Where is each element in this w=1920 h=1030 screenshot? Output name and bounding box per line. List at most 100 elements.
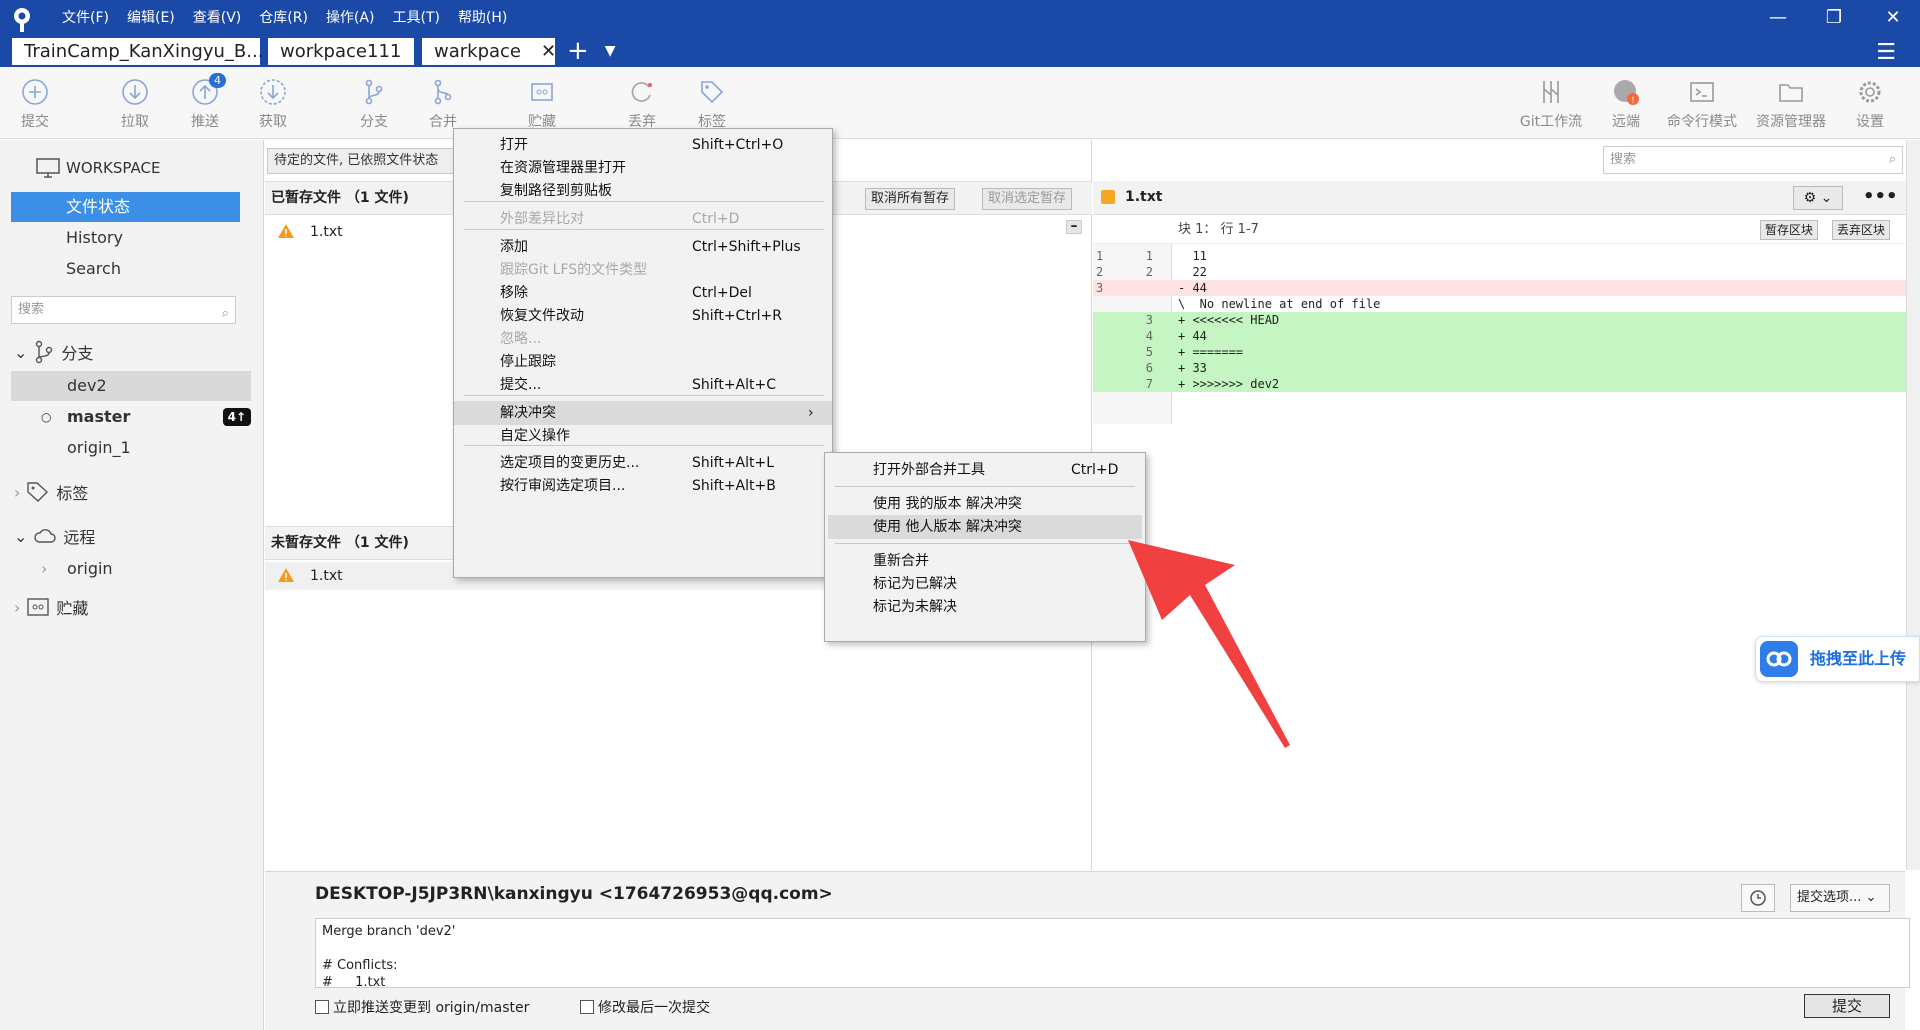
context-menu-item[interactable]: 按行审阅选定项目... Shift+Alt+B — [454, 474, 832, 498]
discard-hunk-button[interactable]: 丢弃区块 — [1832, 220, 1891, 240]
close-button[interactable]: ✕ — [1873, 4, 1913, 32]
context-menu-item[interactable]: 复制路径到剪贴板 — [454, 179, 832, 203]
pull-button[interactable]: 拉取 — [105, 77, 165, 131]
sidebar-item-search[interactable]: Search — [11, 254, 240, 284]
remote-button[interactable]: ! 远端 — [1596, 77, 1656, 131]
sidebar-item-file-status[interactable]: 文件状态 — [11, 192, 240, 222]
explorer-button[interactable]: 资源管理器 — [1749, 77, 1833, 131]
context-menu-item[interactable]: 添加 Ctrl+Shift+Plus — [454, 235, 832, 259]
tab-traincamp[interactable]: TrainCamp_KanXingyu_B... — [12, 38, 263, 65]
terminal-button[interactable]: 命令行模式 — [1660, 77, 1744, 131]
diff-line: 5 + ======= — [1093, 344, 1906, 360]
commit-message-input[interactable]: Merge branch 'dev2' # Conflicts: # 1.txt — [315, 918, 1910, 988]
menu-edit[interactable]: 编辑(E) — [118, 8, 184, 28]
menu-separator — [835, 486, 1135, 487]
submenu-item[interactable]: 使用 我的版本 解决冲突 — [828, 492, 1142, 516]
tag-icon — [701, 81, 724, 104]
context-menu-item[interactable]: 在资源管理器里打开 — [454, 156, 832, 180]
remote-item-origin[interactable]: › origin — [11, 554, 251, 584]
settings-button[interactable]: 设置 — [1840, 77, 1900, 131]
menu-item-label: 忽略... — [500, 331, 542, 347]
add-tab-icon[interactable]: + — [567, 38, 589, 65]
context-menu-item[interactable]: 移除 Ctrl+Del — [454, 281, 832, 305]
gitflow-button[interactable]: Git工作流 — [1512, 77, 1590, 131]
context-menu-item[interactable]: 跟踪Git LFS的文件类型 — [454, 258, 832, 282]
sidebar-item-history[interactable]: History — [11, 223, 240, 253]
line-code: + 33 — [1178, 361, 1207, 375]
menu-view[interactable]: 查看(V) — [184, 8, 251, 28]
context-menu-item[interactable]: 自定义操作 — [454, 424, 832, 448]
context-menu-item[interactable]: 选定项目的变更历史... Shift+Alt+L — [454, 451, 832, 475]
menu-item-label: 按行审阅选定项目... — [500, 478, 626, 494]
close-tab-icon[interactable]: ✕ — [541, 41, 556, 62]
menu-repository[interactable]: 仓库(R) — [250, 8, 317, 28]
amend-checkbox[interactable]: 修改最后一次提交 — [580, 997, 710, 1017]
branch-label: 分支 — [360, 114, 388, 130]
branch-button[interactable]: 分支 — [344, 77, 404, 131]
menu-item-label: 自定义操作 — [500, 428, 570, 444]
settings-label: 设置 — [1856, 114, 1884, 130]
restore-button[interactable]: ❐ — [1814, 4, 1854, 32]
remote-label: 远端 — [1612, 114, 1640, 130]
branches-section[interactable]: ⌄ 分支 — [14, 340, 93, 364]
gear-dropdown-button[interactable]: ⚙ ⌄ — [1793, 186, 1843, 210]
tab-workpace111[interactable]: workpace111 — [268, 38, 414, 65]
history-clock-button[interactable] — [1741, 884, 1775, 912]
push-count-badge: 4 — [209, 73, 226, 88]
branch-item-master[interactable]: ○ master 4↑ — [11, 402, 251, 432]
unstaged-file-name: 1.txt — [310, 568, 343, 584]
menu-item-label: 移除 — [500, 285, 528, 301]
branch-item-origin-1[interactable]: origin_1 — [11, 433, 251, 463]
upload-widget[interactable]: 拖拽至此上传 — [1755, 636, 1920, 682]
stage-hunk-button[interactable]: 暂存区块 — [1760, 220, 1819, 240]
diff-file-name: 1.txt — [1125, 189, 1163, 205]
submenu-item-label: 使用 他人版本 解决冲突 — [873, 519, 1022, 535]
sidebar-search-input[interactable]: 搜索 ⌕ — [11, 296, 236, 324]
branch-item-dev2[interactable]: dev2 — [11, 371, 251, 401]
menu-tools[interactable]: 工具(T) — [383, 8, 448, 28]
remotes-section[interactable]: ⌄ 远程 — [14, 524, 95, 548]
chevron-down-icon[interactable]: ▼ — [605, 38, 616, 65]
context-menu-item[interactable]: 停止跟踪 — [454, 350, 832, 374]
diff-search-input[interactable]: 搜索 ⌕ — [1603, 146, 1903, 174]
discard-button[interactable]: 丢弃 — [612, 77, 672, 131]
commit-button[interactable]: 提交 — [5, 77, 65, 131]
context-menu-item[interactable]: 外部差异比对 Ctrl+D — [454, 207, 832, 231]
minimize-button[interactable]: — — [1758, 4, 1798, 32]
menu-actions[interactable]: 操作(A) — [317, 8, 384, 28]
tags-section[interactable]: › 标签 — [14, 480, 88, 504]
context-menu-item[interactable]: 解决冲突 › — [454, 401, 832, 425]
context-menu-item[interactable]: 提交... Shift+Alt+C — [454, 373, 832, 397]
submenu-item[interactable]: 重新合并 — [828, 549, 1142, 573]
collapse-icon[interactable]: – — [1066, 219, 1082, 234]
stash-section[interactable]: › 贮藏 — [14, 595, 88, 619]
hamburger-menu-icon[interactable]: ☰ — [1876, 40, 1896, 65]
warning-icon — [278, 568, 294, 582]
merge-icon — [434, 79, 452, 105]
menu-file[interactable]: 文件(F) — [53, 8, 118, 28]
tab-warkpace[interactable]: warkpace ✕ — [422, 38, 556, 65]
unstage-all-button[interactable]: 取消所有暂存 — [865, 188, 956, 210]
merge-button[interactable]: 合并 — [413, 77, 473, 131]
more-options-icon[interactable]: ••• — [1863, 181, 1898, 213]
context-menu-item[interactable]: 忽略... — [454, 327, 832, 351]
context-menu-item[interactable]: 打开 Shift+Ctrl+O — [454, 133, 832, 157]
submenu-item[interactable]: 标记为已解决 — [828, 572, 1142, 596]
push-now-checkbox[interactable]: 立即推送变更到 origin/master — [315, 997, 529, 1017]
unstage-selected-button[interactable]: 取消选定暂存 — [982, 188, 1073, 210]
stash-button[interactable]: 贮藏 — [512, 77, 572, 131]
submenu-item[interactable]: 使用 他人版本 解决冲突 — [828, 515, 1142, 539]
menu-help[interactable]: 帮助(H) — [449, 8, 516, 28]
pending-files-dropdown[interactable]: 待定的文件, 已依照文件状态 — [267, 148, 467, 174]
tag-button[interactable]: 标签 — [682, 77, 742, 131]
commit-options-dropdown[interactable]: 提交选项... ⌄ — [1790, 884, 1890, 912]
push-button[interactable]: 4 推送 — [175, 73, 235, 131]
vertical-scrollbar[interactable] — [1906, 140, 1920, 870]
submenu-item[interactable]: 标记为未解决 — [828, 595, 1142, 619]
fetch-button[interactable]: 获取 — [243, 77, 303, 131]
context-menu-item[interactable]: 恢复文件改动 Shift+Ctrl+R — [454, 304, 832, 328]
submit-commit-button[interactable]: 提交 — [1804, 994, 1890, 1018]
globe-warning-icon: ! — [1614, 80, 1639, 106]
submenu-item[interactable]: 打开外部合并工具 Ctrl+D — [828, 458, 1142, 482]
staged-file-row[interactable]: 1.txt — [265, 218, 465, 246]
